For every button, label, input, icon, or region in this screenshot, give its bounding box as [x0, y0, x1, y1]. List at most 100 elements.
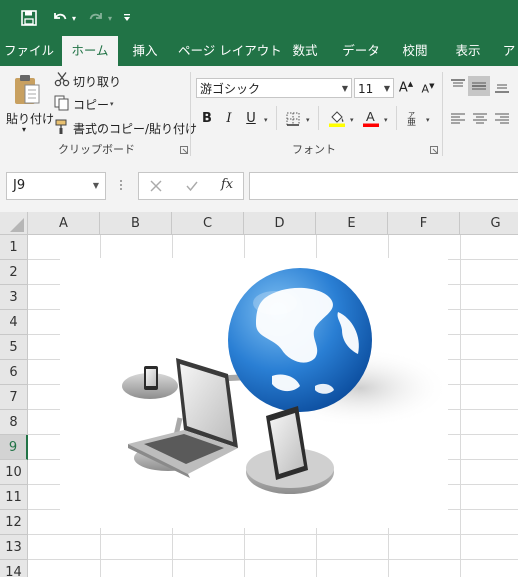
row-header[interactable]: 3 — [0, 285, 28, 310]
copy-icon — [54, 95, 70, 114]
row-header[interactable]: 12 — [0, 510, 28, 535]
font-color-dropdown-icon[interactable]: ▾ — [384, 116, 388, 124]
row-header[interactable]: 4 — [0, 310, 28, 335]
name-box[interactable]: J9 ▼ — [6, 172, 106, 200]
borders-dropdown-icon[interactable]: ▾ — [306, 116, 310, 124]
tab-insert[interactable]: 挿入 — [124, 36, 166, 66]
chevron-down-icon: ▼ — [341, 84, 348, 93]
row-header[interactable]: 6 — [0, 360, 28, 385]
decrease-font-size-icon[interactable]: A▼ — [420, 82, 436, 96]
redo-dropdown-icon[interactable]: ▾ — [106, 8, 114, 28]
copy-dropdown-icon[interactable]: ▾ — [110, 100, 114, 108]
gridline — [28, 559, 518, 560]
align-right-icon[interactable] — [494, 112, 510, 129]
underline-button[interactable]: U — [244, 111, 258, 126]
tab-page-layout[interactable]: ページ レイアウト — [178, 36, 282, 66]
column-header[interactable]: B — [100, 212, 172, 235]
fill-color-dropdown-icon[interactable]: ▾ — [350, 116, 354, 124]
font-size-value: 11 — [358, 82, 374, 96]
cut-button[interactable]: 切り取り — [73, 73, 121, 90]
formula-input[interactable] — [249, 172, 518, 200]
customize-toolbar-icon[interactable] — [120, 8, 134, 28]
paste-button[interactable]: 貼り付け ▾ — [6, 70, 54, 136]
redo-icon[interactable] — [86, 8, 106, 28]
phonetic-dropdown-icon[interactable]: ▾ — [426, 116, 430, 124]
font-launcher-icon[interactable] — [430, 146, 438, 154]
increase-font-size-icon[interactable]: A▲ — [398, 80, 414, 95]
tab-formulas[interactable]: 数式 — [284, 36, 326, 66]
tab-home[interactable]: ホーム — [62, 36, 118, 66]
row-header[interactable]: 11 — [0, 485, 28, 510]
font-name-value: 游ゴシック — [200, 82, 261, 96]
font-color-icon[interactable]: A — [362, 109, 380, 130]
network-globe-picture[interactable] — [60, 258, 450, 528]
bold-button[interactable]: B — [200, 111, 214, 126]
chevron-down-icon: ▼ — [92, 181, 99, 190]
insert-function-button[interactable]: fx — [221, 177, 233, 192]
undo-dropdown-icon[interactable]: ▾ — [70, 8, 78, 28]
svg-text:A: A — [366, 109, 375, 124]
formula-bar-grip-icon[interactable] — [119, 177, 123, 193]
gridline — [28, 534, 518, 535]
borders-icon[interactable] — [286, 112, 300, 129]
column-header[interactable]: G — [460, 212, 518, 235]
scissors-icon — [54, 71, 70, 90]
select-all-button[interactable] — [0, 212, 28, 235]
italic-button[interactable]: I — [222, 111, 236, 126]
font-size-combo[interactable]: 11 ▼ — [354, 78, 394, 98]
svg-text:亜: 亜 — [407, 117, 416, 126]
tab-data[interactable]: データ — [336, 36, 386, 66]
undo-icon[interactable] — [50, 8, 70, 28]
align-top-icon[interactable] — [450, 78, 466, 95]
row-header[interactable]: 10 — [0, 460, 28, 485]
gridline — [460, 235, 461, 577]
row-header[interactable]: 8 — [0, 410, 28, 435]
row-header[interactable]: 1 — [0, 235, 28, 260]
column-header[interactable]: C — [172, 212, 244, 235]
group-divider — [442, 72, 443, 156]
clipboard-group-label: クリップボード — [58, 143, 135, 156]
column-header[interactable]: D — [244, 212, 316, 235]
row-header[interactable]: 7 — [0, 385, 28, 410]
spreadsheet-grid[interactable]: A B C D E F G 1 2 3 4 5 6 7 8 9 10 11 12… — [0, 212, 518, 577]
column-header[interactable]: A — [28, 212, 100, 235]
divider — [318, 106, 319, 130]
row-header[interactable]: 2 — [0, 260, 28, 285]
phonetic-guide-icon[interactable]: ア亜 — [406, 110, 420, 129]
underline-dropdown-icon[interactable]: ▾ — [264, 116, 268, 124]
copy-button[interactable]: コピー — [73, 96, 109, 113]
tab-overflow[interactable]: ア — [500, 36, 518, 66]
tab-file[interactable]: ファイル — [0, 36, 58, 66]
enter-icon[interactable] — [185, 179, 199, 196]
divider — [276, 106, 277, 130]
paste-dropdown-icon[interactable]: ▾ — [22, 125, 26, 134]
column-header[interactable]: E — [316, 212, 388, 235]
divider — [396, 106, 397, 130]
format-painter-icon — [54, 119, 70, 138]
group-divider — [190, 72, 191, 156]
font-group-label: フォント — [292, 143, 336, 156]
formula-buttons: fx — [138, 172, 244, 200]
paste-label: 貼り付け — [6, 112, 55, 126]
row-header[interactable]: 13 — [0, 535, 28, 560]
ribbon-tabs: ファイル ホーム 挿入 ページ レイアウト 数式 データ 校閲 表示 ア — [0, 36, 518, 66]
format-painter-button[interactable]: 書式のコピー/貼り付け — [73, 120, 197, 137]
save-icon[interactable] — [18, 8, 40, 28]
align-middle-icon[interactable] — [468, 76, 490, 96]
align-left-icon[interactable] — [450, 112, 466, 129]
align-bottom-icon[interactable] — [494, 80, 510, 97]
row-header[interactable]: 14 — [0, 560, 28, 577]
formula-bar: J9 ▼ fx — [0, 160, 518, 212]
clipboard-launcher-icon[interactable] — [180, 146, 188, 154]
column-header[interactable]: F — [388, 212, 460, 235]
row-header[interactable]: 5 — [0, 335, 28, 360]
quick-access-toolbar: ▾ ▾ — [0, 0, 518, 36]
cancel-icon[interactable] — [149, 179, 163, 196]
font-name-combo[interactable]: 游ゴシック ▼ — [196, 78, 352, 98]
row-header-active[interactable]: 9 — [0, 435, 28, 460]
fill-color-icon[interactable] — [328, 109, 346, 130]
tab-review[interactable]: 校閲 — [394, 36, 436, 66]
tab-view[interactable]: 表示 — [446, 36, 490, 66]
align-center-icon[interactable] — [472, 112, 488, 129]
paste-icon — [14, 74, 40, 109]
